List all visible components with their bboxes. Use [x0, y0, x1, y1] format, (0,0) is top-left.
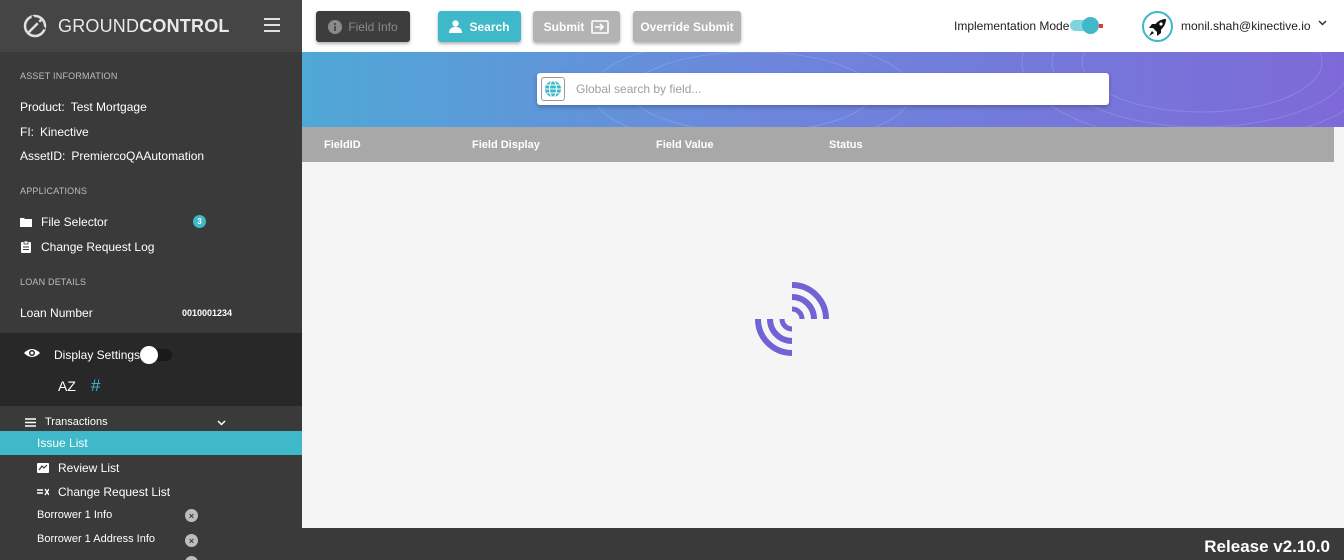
status-dot	[1099, 24, 1103, 28]
column-header-field-display[interactable]: Field Display	[472, 139, 540, 151]
footer: Release v2.10.0	[302, 528, 1344, 560]
sidebar-item-issue-list[interactable]: Issue List	[0, 431, 302, 455]
sidebar-item-file-selector[interactable]: File Selector	[0, 215, 302, 229]
display-settings-label: Display Settings	[54, 348, 141, 362]
sidebar-item-label: Review List	[58, 461, 120, 475]
global-search-box	[537, 73, 1109, 105]
avatar[interactable]	[1142, 11, 1173, 42]
asset-id-row: AssetID: PremiercoQAAutomation	[20, 149, 205, 163]
sidebar-item-transactions[interactable]: Transactions	[0, 416, 302, 428]
implementation-mode-toggle[interactable]	[1070, 17, 1099, 34]
chevron-down-icon	[217, 420, 226, 426]
list-icon	[24, 416, 36, 428]
column-header-status[interactable]: Status	[829, 139, 863, 151]
sidebar-item-label: Change Request Log	[41, 240, 155, 254]
fi-value: Kinective	[40, 125, 89, 139]
table-body	[302, 162, 1344, 528]
close-circle-icon[interactable]: ×	[185, 534, 198, 547]
display-settings-panel: Display Settings AZ #	[0, 333, 302, 406]
review-icon	[37, 463, 49, 473]
file-selector-badge: 3	[193, 215, 206, 228]
close-circle-icon[interactable]: ×	[185, 556, 198, 560]
product-value: Test Mortgage	[70, 100, 147, 114]
hamburger-icon[interactable]	[264, 18, 280, 32]
field-info-label: Field Info	[348, 19, 398, 34]
globe-icon[interactable]	[541, 77, 565, 101]
info-icon	[328, 19, 343, 34]
implementation-mode-label: Implementation Mode	[954, 19, 1070, 33]
top-toolbar: Field Info Search Submit Override Submit…	[302, 0, 1344, 52]
loading-spinner-icon	[755, 282, 829, 356]
sidebar: GROUNDCONTROL ASSET INFORMATION Product:…	[0, 0, 302, 560]
sidebar-item-borrower-1-info[interactable]: Borrower 1 Info	[37, 509, 112, 521]
groundcontrol-logo-icon	[23, 14, 47, 38]
chevron-down-icon[interactable]	[1318, 20, 1327, 26]
global-search-input[interactable]	[576, 82, 1076, 96]
product-row: Product: Test Mortgage	[20, 100, 147, 114]
user-icon	[449, 20, 463, 33]
applications-title: APPLICATIONS	[20, 186, 88, 196]
hash-icon[interactable]: #	[91, 376, 100, 396]
sidebar-item-label: Change Request List	[58, 485, 171, 499]
release-version: Release v2.10.0	[1204, 537, 1330, 556]
search-banner	[302, 52, 1344, 127]
column-header-field-value[interactable]: Field Value	[656, 139, 713, 151]
sidebar-item-label: Transactions	[45, 416, 108, 428]
loan-number-label: Loan Number	[20, 306, 93, 320]
loan-details-title: LOAN DETAILS	[20, 277, 87, 287]
eye-icon	[24, 349, 40, 357]
sidebar-item-label: File Selector	[41, 215, 108, 229]
submit-arrow-icon	[591, 19, 610, 34]
sidebar-item-change-request-list[interactable]: Change Request List	[37, 485, 170, 499]
search-label: Search	[469, 19, 510, 34]
submit-label: Submit	[543, 19, 585, 34]
sidebar-item-review-list[interactable]: Review List	[37, 461, 119, 475]
display-settings-toggle[interactable]	[140, 346, 172, 364]
loan-number-value: 0010001234	[182, 308, 233, 318]
rocket-icon	[1148, 18, 1166, 36]
asset-id-value: PremiercoQAAutomation	[71, 149, 205, 163]
override-submit-button[interactable]: Override Submit	[633, 11, 741, 42]
change-list-icon	[37, 488, 49, 496]
close-circle-icon[interactable]: ×	[185, 509, 198, 522]
sidebar-item-borrower-1-address-info[interactable]: Borrower 1 Address Info	[37, 533, 155, 545]
search-button[interactable]: Search	[438, 11, 521, 42]
sidebar-item-change-request-log[interactable]: Change Request Log	[0, 240, 302, 254]
table-header: FieldID Field Display Field Value Status	[302, 127, 1334, 162]
asset-info-title: ASSET INFORMATION	[20, 71, 118, 81]
column-header-fieldid[interactable]: FieldID	[324, 139, 361, 151]
folder-icon	[20, 216, 32, 228]
field-info-button[interactable]: Field Info	[316, 11, 410, 42]
fi-row: FI: Kinective	[20, 125, 89, 139]
brand-name: GROUNDCONTROL	[58, 15, 230, 36]
clipboard-icon	[20, 241, 32, 253]
sort-az-icon[interactable]: AZ	[58, 378, 76, 394]
user-email[interactable]: monil.shah@kinective.io	[1181, 19, 1311, 33]
submit-button[interactable]: Submit	[533, 11, 620, 42]
brand-header: GROUNDCONTROL	[0, 0, 302, 52]
